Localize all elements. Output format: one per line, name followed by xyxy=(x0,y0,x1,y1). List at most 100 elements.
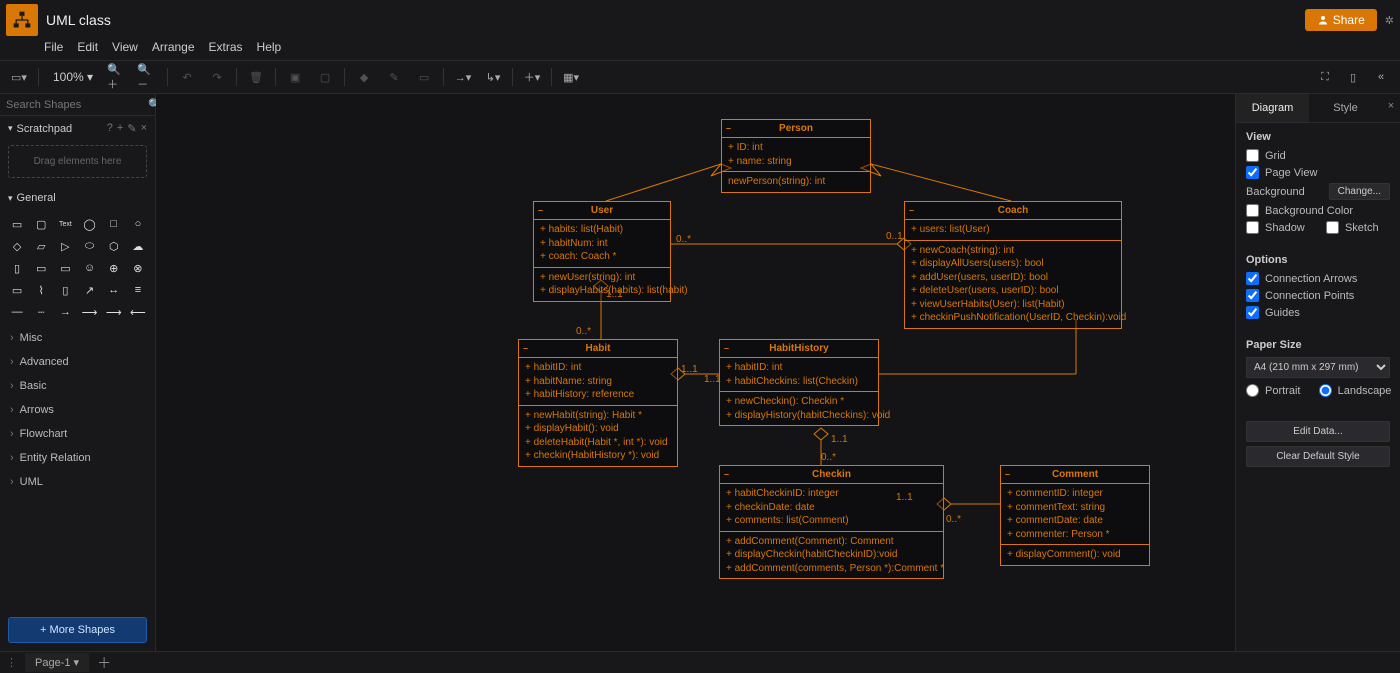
to-back-icon[interactable]: ▢ xyxy=(314,66,336,88)
line-icon[interactable]: ✎ xyxy=(383,66,405,88)
to-front-icon[interactable]: ▣ xyxy=(284,66,306,88)
add-page-button[interactable]: ＋ xyxy=(97,653,111,673)
redo-icon[interactable]: ↷ xyxy=(206,66,228,88)
edit-data-button[interactable]: Edit Data... xyxy=(1246,421,1390,442)
settings-icon[interactable]: ✲ xyxy=(1385,14,1394,27)
uml-class-user[interactable]: –User+ habits: list(Habit)+ habitNum: in… xyxy=(533,201,671,302)
canvas[interactable]: –Person+ ID: int+ name: stringnewPerson(… xyxy=(156,94,1235,651)
uml-class-habit[interactable]: –Habit+ habitID: int+ habitName: string+… xyxy=(518,339,678,467)
change-bg-button[interactable]: Change... xyxy=(1329,183,1390,200)
scratchpad-add-icon[interactable]: + xyxy=(117,122,123,135)
category-arrows[interactable]: Arrows xyxy=(0,398,155,422)
shape-or[interactable]: ⊕ xyxy=(103,258,125,278)
shape-actor[interactable]: ☺ xyxy=(78,258,100,278)
menu-extras[interactable]: Extras xyxy=(209,40,243,54)
shape-doc[interactable]: ▯ xyxy=(6,258,28,278)
shadow-checkbox[interactable] xyxy=(1246,221,1259,234)
shape-circle[interactable]: ○ xyxy=(127,214,149,234)
shape-and[interactable]: ⊗ xyxy=(127,258,149,278)
format-panel-icon[interactable]: ▯ xyxy=(1342,66,1364,88)
shape-arrow2[interactable]: ⟶ xyxy=(78,302,100,322)
shape-hexagon[interactable]: ⬡ xyxy=(103,236,125,256)
shape-conn1[interactable]: ⟶ xyxy=(103,302,125,322)
clear-style-button[interactable]: Clear Default Style xyxy=(1246,446,1390,467)
grid-checkbox[interactable] xyxy=(1246,149,1259,162)
uml-class-comment[interactable]: –Comment+ commentID: integer+ commentTex… xyxy=(1000,465,1150,566)
menu-file[interactable]: File xyxy=(44,40,63,54)
category-misc[interactable]: Misc xyxy=(0,326,155,350)
shape-arrow[interactable]: → xyxy=(54,302,76,322)
conn-arrows-checkbox[interactable] xyxy=(1246,272,1259,285)
tab-diagram[interactable]: Diagram xyxy=(1236,94,1309,122)
table-icon[interactable]: ▦▾ xyxy=(560,66,582,88)
category-advanced[interactable]: Advanced xyxy=(0,350,155,374)
category-uml[interactable]: UML xyxy=(0,470,155,494)
shape-conn2[interactable]: ⟵ xyxy=(127,302,149,322)
connector-icon[interactable]: →▾ xyxy=(452,66,474,88)
shape-rect[interactable]: ▭ xyxy=(6,214,28,234)
shape-card[interactable]: ▭ xyxy=(30,258,52,278)
shape-diamond[interactable]: ◇ xyxy=(6,236,28,256)
sketch-checkbox[interactable] xyxy=(1326,221,1339,234)
collapse-icon[interactable]: « xyxy=(1370,66,1392,88)
scratchpad-dropzone[interactable]: Drag elements here xyxy=(8,145,147,178)
delete-icon[interactable]: 🗑 xyxy=(245,66,267,88)
uml-class-coach[interactable]: –Coach+ users: list(User)+ newCoach(stri… xyxy=(904,201,1122,329)
shape-dash[interactable]: ┄ xyxy=(30,302,52,322)
tab-close-icon[interactable]: × xyxy=(1382,94,1400,122)
guides-checkbox[interactable] xyxy=(1246,306,1259,319)
pageview-checkbox[interactable] xyxy=(1246,166,1259,179)
uml-class-habithistory[interactable]: –HabitHistory+ habitID: int+ habitChecki… xyxy=(719,339,879,426)
shadow-tool-icon[interactable]: ▭ xyxy=(413,66,435,88)
fill-icon[interactable]: ◆ xyxy=(353,66,375,88)
shape-arrow-ne[interactable]: ↗ xyxy=(78,280,100,300)
zoom-out-icon[interactable]: 🔍－ xyxy=(137,66,159,88)
document-title[interactable]: UML class xyxy=(46,12,111,28)
uml-class-checkin[interactable]: –Checkin+ habitCheckinID: integer+ check… xyxy=(719,465,944,579)
general-header[interactable]: ▾General xyxy=(0,186,155,210)
category-entity-relation[interactable]: Entity Relation xyxy=(0,446,155,470)
scratchpad-edit-icon[interactable]: ✎ xyxy=(127,122,136,135)
shape-callout[interactable]: ▭ xyxy=(54,258,76,278)
scratchpad-close-icon[interactable]: × xyxy=(141,122,147,135)
shape-arrow-both[interactable]: ↔ xyxy=(103,280,125,300)
shape-parallel[interactable]: ▱ xyxy=(30,236,52,256)
shape-step[interactable]: ▭ xyxy=(6,280,28,300)
scratchpad-help-icon[interactable]: ? xyxy=(107,122,113,135)
add-icon[interactable]: ＋▾ xyxy=(521,66,543,88)
menu-edit[interactable]: Edit xyxy=(77,40,98,54)
waypoints-icon[interactable]: ↳▾ xyxy=(482,66,504,88)
paper-size-select[interactable]: A4 (210 mm x 297 mm) xyxy=(1246,357,1390,378)
uml-class-person[interactable]: –Person+ ID: int+ name: stringnewPerson(… xyxy=(721,119,871,193)
search-input[interactable] xyxy=(6,99,148,111)
shape-tape[interactable]: ⌇ xyxy=(30,280,52,300)
more-shapes-button[interactable]: + More Shapes xyxy=(8,617,147,643)
menu-view[interactable]: View xyxy=(112,40,138,54)
zoom-level[interactable]: 100% ▾ xyxy=(47,70,99,84)
zoom-in-icon[interactable]: 🔍＋ xyxy=(107,66,129,88)
shape-list[interactable]: ≡ xyxy=(127,280,149,300)
category-basic[interactable]: Basic xyxy=(0,374,155,398)
share-button[interactable]: Share xyxy=(1305,9,1377,31)
shape-roundrect[interactable]: ▢ xyxy=(30,214,52,234)
pages-menu-icon[interactable]: ⋮ xyxy=(6,656,17,669)
view-mode-icon[interactable]: ▭▾ xyxy=(8,66,30,88)
page-tab[interactable]: Page-1 ▾ xyxy=(25,653,89,672)
shape-note[interactable]: ▯ xyxy=(54,280,76,300)
shape-square[interactable]: □ xyxy=(103,214,125,234)
shape-text[interactable]: Text xyxy=(54,214,76,234)
menu-arrange[interactable]: Arrange xyxy=(152,40,195,54)
shape-cloud[interactable]: ☁ xyxy=(127,236,149,256)
menu-help[interactable]: Help xyxy=(257,40,282,54)
portrait-radio[interactable] xyxy=(1246,384,1259,397)
bgcolor-checkbox[interactable] xyxy=(1246,204,1259,217)
scratchpad-header[interactable]: ▾Scratchpad ? + ✎ × xyxy=(0,116,155,141)
fullscreen-icon[interactable]: ⛶ xyxy=(1314,66,1336,88)
category-flowchart[interactable]: Flowchart xyxy=(0,422,155,446)
shape-ellipse[interactable]: ◯ xyxy=(78,214,100,234)
landscape-radio[interactable] xyxy=(1319,384,1332,397)
tab-style[interactable]: Style xyxy=(1309,94,1382,122)
shape-triangle[interactable]: ▷ xyxy=(54,236,76,256)
undo-icon[interactable]: ↶ xyxy=(176,66,198,88)
shape-line[interactable]: — xyxy=(6,302,28,322)
